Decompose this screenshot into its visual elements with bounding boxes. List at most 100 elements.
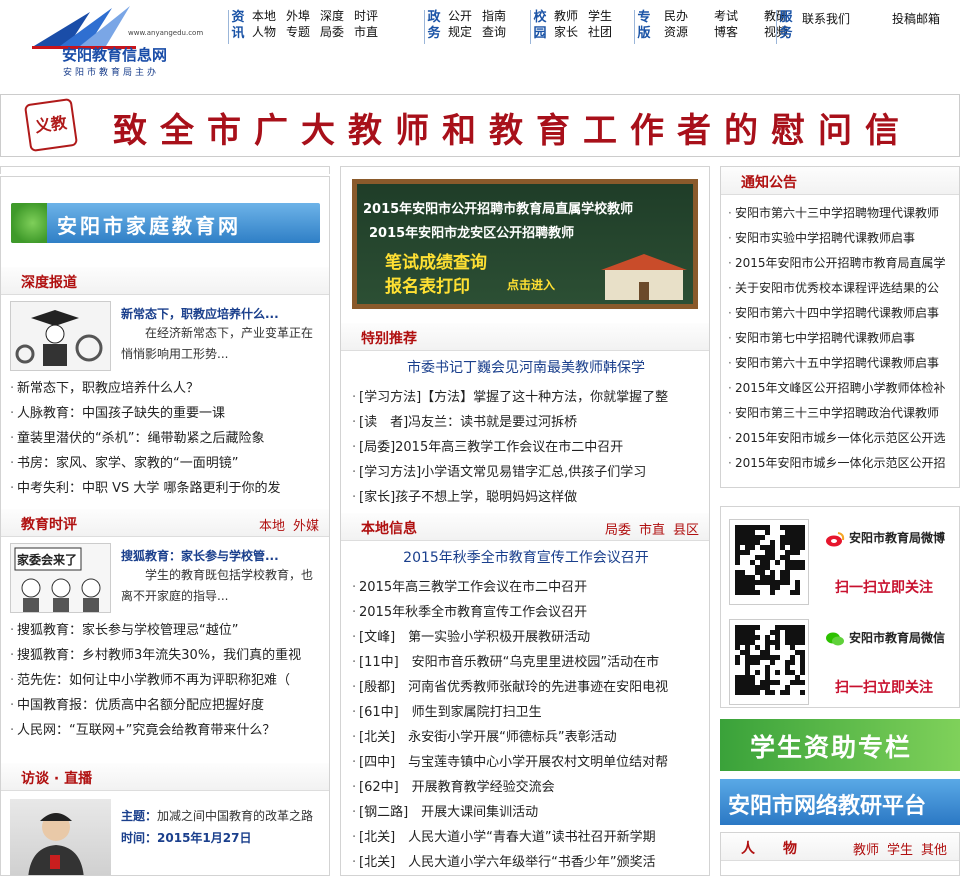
more-link-other[interactable]: 其他 [921, 843, 947, 858]
list-item[interactable]: 安阳市第六十四中学招聘代课教师启事 [727, 301, 959, 326]
nav-link[interactable]: 时评 [354, 8, 378, 24]
nav-link[interactable]: 资源 [664, 24, 688, 40]
section-title[interactable]: 特别推荐 [361, 328, 417, 348]
list-item[interactable]: [61中] 师生到家属院打扫卫生 [351, 700, 709, 725]
weibo-qr-code[interactable] [729, 519, 809, 605]
nav-link[interactable]: 公开 [448, 8, 472, 24]
more-link-teacher[interactable]: 教师 [853, 843, 879, 858]
nav-link[interactable]: 外埠 [286, 8, 310, 24]
weixin-cta[interactable]: 扫一扫立即关注 [835, 677, 933, 697]
list-item[interactable]: 人民网：“互联网+”究竟会给教育带来什么？ [9, 718, 329, 743]
contact-us-link[interactable]: 联系我们 [802, 10, 850, 27]
section-title[interactable]: 通知公告 [741, 172, 797, 192]
list-item[interactable]: 童装里潜伏的“杀机”：绳带勒紧之后藏险象 [9, 426, 329, 451]
nav-link[interactable]: 学生 [588, 8, 612, 24]
list-item[interactable]: [家长]孩子不想上学，聪明妈妈这样做 [351, 485, 709, 510]
list-item[interactable]: 2015年安阳市城乡一体化示范区公开选 [727, 426, 959, 451]
section-title[interactable]: 访谈 · 直播 [21, 768, 92, 788]
list-item[interactable]: [学习方法]小学语文常见易错字汇总,供孩子们学习 [351, 460, 709, 485]
list-item[interactable]: [学习方法]【方法】掌握了这十种方法，你就掌握了整 [351, 385, 709, 410]
list-item[interactable]: 2015年文峰区公开招聘小学教师体检补 [727, 376, 959, 401]
recruitment-board[interactable]: 2015年安阳市公开招聘市教育局直属学校教师 2015年安阳市龙安区公开招聘教师… [352, 179, 698, 309]
nav-link[interactable]: 查询 [482, 24, 506, 40]
family-edu-banner[interactable]: 安阳市家庭教育网 [11, 203, 320, 243]
list-item[interactable]: [读 者]冯友兰：读书就是要过河拆桥 [351, 410, 709, 435]
nav-link[interactable]: 指南 [482, 8, 506, 24]
list-item[interactable]: [11中] 安阳市音乐教研“乌克里里进校园”活动在市 [351, 650, 709, 675]
nav-link[interactable]: 本地 [252, 8, 276, 24]
list-item[interactable]: [局委]2015年高三教学工作会议在市二中召开 [351, 435, 709, 460]
nav-link[interactable]: 局委 [320, 24, 344, 40]
list-item[interactable]: [北关] 永安街小学开展“师德标兵”表彰活动 [351, 725, 709, 750]
list-item[interactable]: 安阳市实验中学招聘代课教师启事 [727, 226, 959, 251]
special-headline[interactable]: 市委书记丁巍会见河南最美教师韩保学 [341, 353, 709, 383]
list-item[interactable]: 安阳市第三十三中学招聘政治代课教师 [727, 401, 959, 426]
section-title[interactable]: 本地信息 [361, 518, 417, 538]
nav-link[interactable]: 专题 [286, 24, 310, 40]
list-item[interactable]: 关于安阳市优秀校本课程评选结果的公 [727, 276, 959, 301]
list-item[interactable]: 2015年安阳市城乡一体化示范区公开招 [727, 451, 959, 476]
nav-category[interactable]: 政务 [424, 10, 442, 44]
more-link-foreign[interactable]: 外媒 [293, 519, 319, 534]
list-item[interactable]: 搜狐教育：乡村教师3年流失30%，我们真的重视 [9, 643, 329, 668]
list-item[interactable]: 2015年高三教学工作会议在市二中召开 [351, 575, 709, 600]
list-item[interactable]: 安阳市第六十三中学招聘物理代课教师 [727, 201, 959, 226]
nav-link[interactable]: 人物 [252, 24, 276, 40]
nav-category[interactable]: 服务 [776, 10, 794, 44]
interview-theme[interactable]: 主题：加减之间中国教育的改革之路 [121, 807, 313, 824]
list-item[interactable]: [文峰] 第一实验小学积极开展教研活动 [351, 625, 709, 650]
nav-link[interactable]: 深度 [320, 8, 344, 24]
list-item[interactable]: 搜狐教育：家长参与学校管理忌“越位” [9, 618, 329, 643]
weibo-row[interactable]: 安阳市教育局微博 [825, 529, 945, 547]
local-headline[interactable]: 2015年秋季全市教育宣传工作会议召开 [341, 543, 709, 573]
announcement-banner[interactable]: 义教 致全市广大教师和教育工作者的慰问信 [0, 94, 960, 157]
feature-article[interactable]: 家委会来了 搜狐教育：家长参与学校管... 学生的教育既包括学校教育，也离不开家… [1, 537, 329, 615]
nav-link[interactable]: 社团 [588, 24, 612, 40]
list-item[interactable]: 人脉教育：中国孩子缺失的重要一课 [9, 401, 329, 426]
nav-category[interactable]: 校园 [530, 10, 548, 44]
nav-link[interactable]: 教师 [554, 8, 578, 24]
more-link-county[interactable]: 县区 [673, 523, 699, 538]
site-logo[interactable]: www.anyangedu.com 安阳教育信息网 安阳市教育局主办 [30, 6, 205, 78]
list-item[interactable]: 范先佐：如何让中小学教师不再为评职称犯难（ [9, 668, 329, 693]
nav-link[interactable]: 家长 [554, 24, 578, 40]
nav-category[interactable]: 资讯 [228, 10, 246, 44]
list-item[interactable]: 中考失利：中职 VS 大学 哪条路更利于你的发 [9, 476, 329, 501]
list-item[interactable]: [钢二路] 开展大课间集训活动 [351, 800, 709, 825]
nav-link[interactable]: 民办 [664, 8, 688, 24]
weibo-cta[interactable]: 扫一扫立即关注 [835, 577, 933, 597]
section-title[interactable]: 深度报道 [21, 272, 77, 292]
weixin-qr-code[interactable] [729, 619, 809, 705]
more-link-student[interactable]: 学生 [887, 843, 913, 858]
list-item[interactable]: 2015年秋季全市教育宣传工作会议召开 [351, 600, 709, 625]
list-item[interactable]: 新常态下，职教应培养什么人？ [9, 376, 329, 401]
weixin-row[interactable]: 安阳市教育局微信 [825, 629, 945, 647]
list-item[interactable]: [北关] 人民大道小学六年级举行“书香少年”颁奖活 [351, 850, 709, 875]
feature-title[interactable]: 搜狐教育：家长参与学校管... [121, 547, 279, 564]
feature-article[interactable]: 新常态下，职教应培养什么... 在经济新常态下，产业变革正在悄悄影响用工形势..… [1, 295, 329, 373]
list-item[interactable]: [62中] 开展教育教学经验交流会 [351, 775, 709, 800]
list-item[interactable]: [四中] 与宝莲寺镇中心小学开展农村文明单位结对帮 [351, 750, 709, 775]
list-item[interactable]: 2015年安阳市公开招聘市教育局直属学 [727, 251, 959, 276]
list-item[interactable]: 中国教育报：优质高中名额分配应把握好度 [9, 693, 329, 718]
section-title[interactable]: 人 物 [741, 838, 797, 858]
nav-link[interactable]: 考试 [714, 8, 738, 24]
section-title[interactable]: 教育时评 [21, 514, 77, 534]
board-enter-button[interactable]: 点击进入 [507, 276, 555, 293]
feature-title[interactable]: 新常态下，职教应培养什么... [121, 305, 279, 322]
list-item[interactable]: 安阳市第七中学招聘代课教师启事 [727, 326, 959, 351]
interview-photo[interactable] [10, 799, 111, 875]
online-research-banner[interactable]: 安阳市网络教研平台 [720, 779, 960, 825]
feature-image[interactable]: 家委会来了 [10, 543, 111, 613]
list-item[interactable]: 安阳市第六十五中学招聘代课教师启事 [727, 351, 959, 376]
more-link-bureau[interactable]: 局委 [605, 523, 631, 538]
submit-email-link[interactable]: 投稿邮箱 [892, 10, 940, 27]
nav-link[interactable]: 博客 [714, 24, 738, 40]
nav-link[interactable]: 规定 [448, 24, 472, 40]
nav-category[interactable]: 专版 [634, 10, 652, 44]
list-item[interactable]: 书房：家风、家学、家教的“一面明镜” [9, 451, 329, 476]
student-aid-banner[interactable]: 学生资助专栏 [720, 719, 960, 771]
list-item[interactable]: [殷都] 河南省优秀教师张献玲的先进事迹在安阳电视 [351, 675, 709, 700]
nav-link[interactable]: 市直 [354, 24, 378, 40]
feature-image[interactable] [10, 301, 111, 371]
